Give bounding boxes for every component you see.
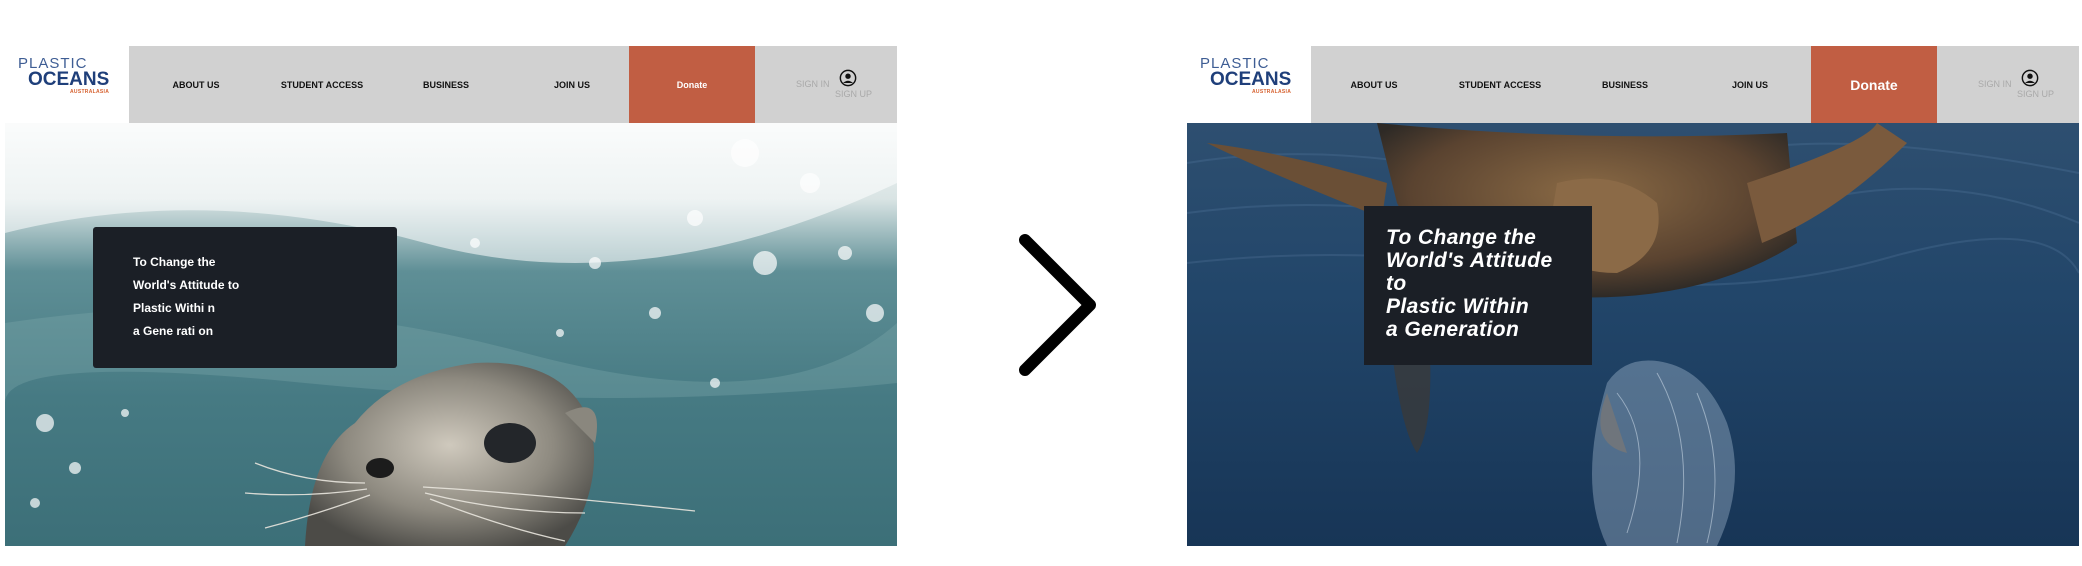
sign-in-link[interactable]: SIGN IN [1978,79,2012,89]
hero-headline-box: To Change the World's Attitude to Plasti… [1364,206,1592,365]
chevron-right-icon[interactable] [1010,230,1100,380]
before-design-frame: PLASTIC OCEANS AUSTRALASIA ABOUT US STUD… [5,46,897,546]
headline-line-3: to [1386,272,1407,295]
headline-line-2: World's Attitude [1386,249,1553,272]
logo[interactable]: PLASTIC OCEANS AUSTRALASIA [5,46,129,123]
hero-headline-box: To Change the World's Attitude to Plasti… [93,227,397,368]
headline-line-3: Plastic Withi n [133,301,215,315]
user-circle-icon[interactable] [839,69,857,87]
site-header: PLASTIC OCEANS AUSTRALASIA ABOUT US STUD… [5,46,897,123]
sign-up-link[interactable]: SIGN UP [2017,89,2054,99]
after-design-frame: PLASTIC OCEANS AUSTRALASIA ABOUT US STUD… [1187,46,2079,546]
headline-line-1: To Change the [133,255,216,269]
logo[interactable]: PLASTIC OCEANS AUSTRALASIA [1187,46,1311,123]
nav-student-access[interactable]: STUDENT ACCESS [1437,46,1563,123]
logo-line-2: OCEANS [1210,69,1292,90]
hero-image-turtle [1187,123,2079,546]
nav-about-us[interactable]: ABOUT US [133,46,259,123]
user-circle-icon[interactable] [2021,69,2039,87]
nav-about-us[interactable]: ABOUT US [1311,46,1437,123]
headline-line-4: a Gene rati on [133,324,214,338]
nav-business[interactable]: BUSINESS [1562,46,1688,123]
logo-line-3: AUSTRALASIA [70,89,110,95]
nav-join-us[interactable]: JOIN US [1687,46,1813,123]
donate-button[interactable]: Donate [1811,46,1937,123]
donate-button[interactable]: Donate [629,46,755,123]
sign-in-link[interactable]: SIGN IN [796,79,830,89]
headline-line-2: World's Attitude to [133,278,240,292]
nav-business[interactable]: BUSINESS [383,46,509,123]
headline-line-4: Plastic Within [1386,295,1530,318]
headline-line-1: To Change the [1386,226,1537,249]
sign-up-link[interactable]: SIGN UP [835,89,872,99]
logo-line-2: OCEANS [28,69,110,90]
logo-line-3: AUSTRALASIA [1252,89,1292,95]
headline-line-5: a Generation [1386,318,1520,341]
nav-student-access[interactable]: STUDENT ACCESS [259,46,385,123]
site-header: PLASTIC OCEANS AUSTRALASIA ABOUT US STUD… [1187,46,2079,123]
nav-join-us[interactable]: JOIN US [509,46,635,123]
